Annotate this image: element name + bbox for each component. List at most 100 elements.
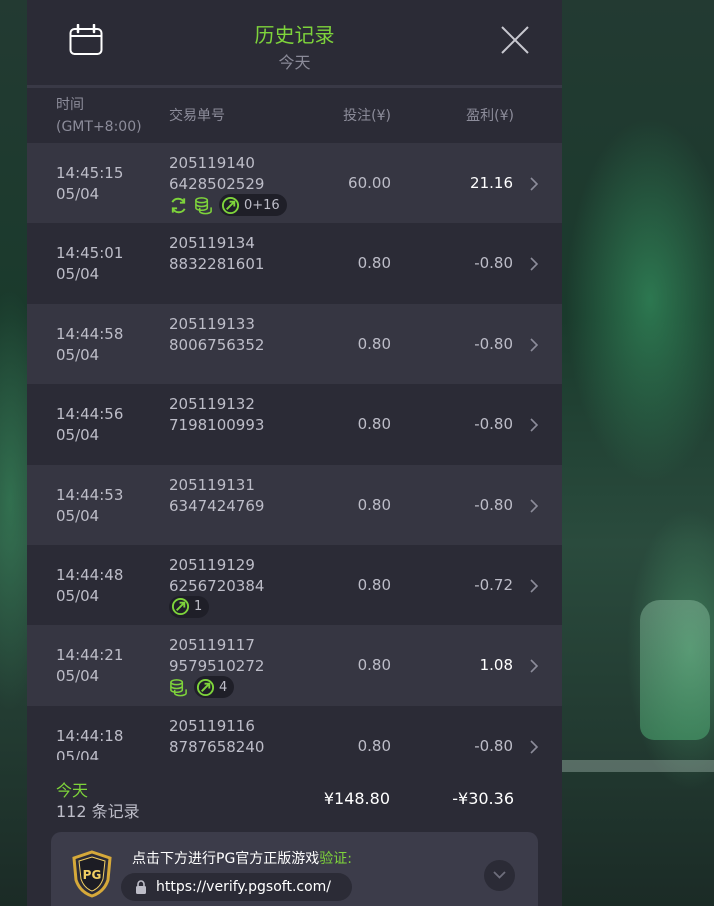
row-time: 14:44:18 05/04 xyxy=(56,726,124,760)
chevron-right-icon xyxy=(530,579,539,593)
free-spin-icon xyxy=(196,678,215,696)
lock-icon xyxy=(136,880,146,894)
chevron-right-icon xyxy=(530,338,539,352)
history-row[interactable]: 14:44:21 05/04 205119117 9579510272 0.80 1.0… xyxy=(27,625,562,706)
column-header-time: 时间 (GMT+8:00) xyxy=(56,97,142,135)
chevron-right-icon xyxy=(530,498,539,513)
row-transaction-id: 205119134 8832281601 xyxy=(169,233,264,275)
row-profit: -0.72 xyxy=(474,575,513,594)
history-row[interactable]: 14:44:56 05/04 205119132 7198100993 0.80 -0.… xyxy=(27,384,562,465)
row-time: 14:44:58 05/04 xyxy=(56,324,124,364)
row-id-line2: 6428502529 xyxy=(169,175,265,193)
history-row[interactable]: 14:44:53 05/04 205119131 6347424769 0.80 -0.… xyxy=(27,464,562,545)
row-id-line1: 205119132 xyxy=(169,395,255,414)
background-shelf xyxy=(562,760,714,772)
total-profit: -¥30.36 xyxy=(452,789,514,808)
verify-message: 点击下方进行PG官方正版游戏验证: xyxy=(132,848,352,868)
date-filter-label: 今天 xyxy=(278,53,311,72)
history-row[interactable]: 14:44:18 05/04 205119116 8787658240 0.80 -0.… xyxy=(27,705,562,760)
free-spin-count: 1 xyxy=(194,599,203,615)
row-id-line1: 205119133 xyxy=(169,314,255,333)
row-bet: 0.80 xyxy=(357,656,391,675)
verify-message-highlight: 验证: xyxy=(319,851,353,867)
pg-logo-text: PG xyxy=(83,868,102,882)
history-row[interactable]: 14:45:01 05/04 205119134 8832281601 0.80 -0.… xyxy=(27,223,562,304)
verify-url-link[interactable]: https://verify.pgsoft.com/ xyxy=(121,873,352,901)
free-spin-badge: 0+16 xyxy=(219,194,287,216)
row-bet: 0.80 xyxy=(357,575,391,594)
verify-message-text: 点击下方进行PG官方正版游戏 xyxy=(132,851,320,867)
free-spin-count: 4 xyxy=(219,679,228,695)
row-bet: 0.80 xyxy=(357,736,391,755)
row-transaction-id: 205119116 8787658240 xyxy=(169,716,264,758)
free-spin-icon xyxy=(171,598,190,616)
column-header-id: 交易单号 xyxy=(169,108,225,124)
row-time: 14:44:53 05/04 xyxy=(56,485,124,525)
row-bet: 0.80 xyxy=(357,334,391,353)
history-header: 历史记录 今天 xyxy=(27,0,562,88)
coins-icon xyxy=(170,678,187,697)
row-transaction-id: 205119129 6256720384 xyxy=(169,555,264,597)
row-id-line2: 8832281601 xyxy=(169,255,265,274)
row-feature-badges: 0+16 xyxy=(169,194,287,216)
row-feature-badges: 1 xyxy=(169,595,210,618)
chevron-right-icon xyxy=(530,177,539,191)
free-spin-badge: 4 xyxy=(194,676,235,699)
row-time: 14:44:48 05/04 xyxy=(56,565,124,605)
close-icon[interactable] xyxy=(499,24,531,56)
row-profit: -0.80 xyxy=(474,736,513,755)
chevron-right-icon xyxy=(530,418,539,432)
expand-button[interactable] xyxy=(484,860,515,891)
row-id-line2: 8787658240 xyxy=(169,737,265,756)
verify-banner: PG 点击下方进行PG官方正版游戏验证: https://verify.pgso… xyxy=(51,832,538,906)
chevron-right-icon xyxy=(530,659,539,673)
row-transaction-id: 205119133 8006756352 xyxy=(169,314,264,356)
verify-url: https://verify.pgsoft.com/ xyxy=(156,879,332,895)
row-id-line1: 205119134 xyxy=(169,234,255,253)
row-id-line2: 6256720384 xyxy=(169,576,265,595)
row-id-line1: 205119117 xyxy=(169,636,255,655)
row-profit: -0.80 xyxy=(474,254,513,273)
background-bottle xyxy=(640,600,710,740)
refresh-icon xyxy=(171,197,186,213)
row-profit: -0.80 xyxy=(474,495,513,514)
free-spin-count: 0+16 xyxy=(244,197,280,213)
column-headers: 时间 (GMT+8:00) 交易单号 投注(¥) 盈利(¥) xyxy=(27,88,562,143)
row-id-line2: 6347424769 xyxy=(169,496,265,515)
page-title: 历史记录 xyxy=(254,23,335,47)
summary-footer: 今天 112 条记录 ¥148.80 -¥30.36 PG 点击下方进行PG官方… xyxy=(27,760,562,906)
pg-shield-logo: PG xyxy=(72,850,112,898)
history-row[interactable]: 14:45:15 05/04 205119140 6428502529 60.00 21… xyxy=(27,143,562,224)
column-header-profit: 盈利(¥) xyxy=(466,108,514,124)
row-id-line1: 205119129 xyxy=(169,555,255,574)
history-panel: 历史记录 今天 时间 (GMT+8:00) 交易单号 投注(¥) 盈利(¥) 1… xyxy=(27,0,562,906)
chevron-right-icon xyxy=(530,257,539,271)
row-id-line2: 9579510272 xyxy=(169,657,265,676)
row-profit: -0.80 xyxy=(474,415,513,434)
history-row[interactable]: 14:44:48 05/04 205119129 6256720384 0.80 -0.… xyxy=(27,544,562,626)
row-id-line1: 205119116 xyxy=(169,716,255,735)
row-bet: 0.80 xyxy=(357,495,391,514)
row-time: 14:45:01 05/04 xyxy=(56,244,124,284)
history-list: 14:45:15 05/04 205119140 6428502529 60.00 21… xyxy=(27,143,562,760)
row-id-line1: 205119131 xyxy=(169,475,255,494)
chevron-right-icon xyxy=(530,740,539,754)
row-transaction-id: 205119117 9579510272 xyxy=(169,635,264,677)
row-bet: 0.80 xyxy=(357,415,391,434)
row-id-line1: 205119140 xyxy=(169,154,255,172)
history-row[interactable]: 14:44:58 05/04 205119133 8006756352 0.80 -0.… xyxy=(27,303,562,385)
free-spin-badge: 1 xyxy=(169,595,210,618)
row-time: 14:44:56 05/04 xyxy=(56,405,124,445)
free-spin-icon xyxy=(221,196,240,214)
total-bet: ¥148.80 xyxy=(323,789,390,808)
row-id-line2: 8006756352 xyxy=(169,335,265,354)
column-header-bet: 投注(¥) xyxy=(343,108,391,124)
row-transaction-id: 205119131 6347424769 xyxy=(169,475,264,517)
row-feature-badges: 4 xyxy=(169,676,235,699)
row-id-line2: 7198100993 xyxy=(169,416,265,435)
chevron-down-icon xyxy=(493,871,506,879)
record-count: 112 条记录 xyxy=(56,802,140,821)
row-time: 14:45:15 05/04 xyxy=(56,164,124,203)
row-bet: 0.80 xyxy=(357,254,391,273)
row-profit: 21.16 xyxy=(470,174,513,192)
